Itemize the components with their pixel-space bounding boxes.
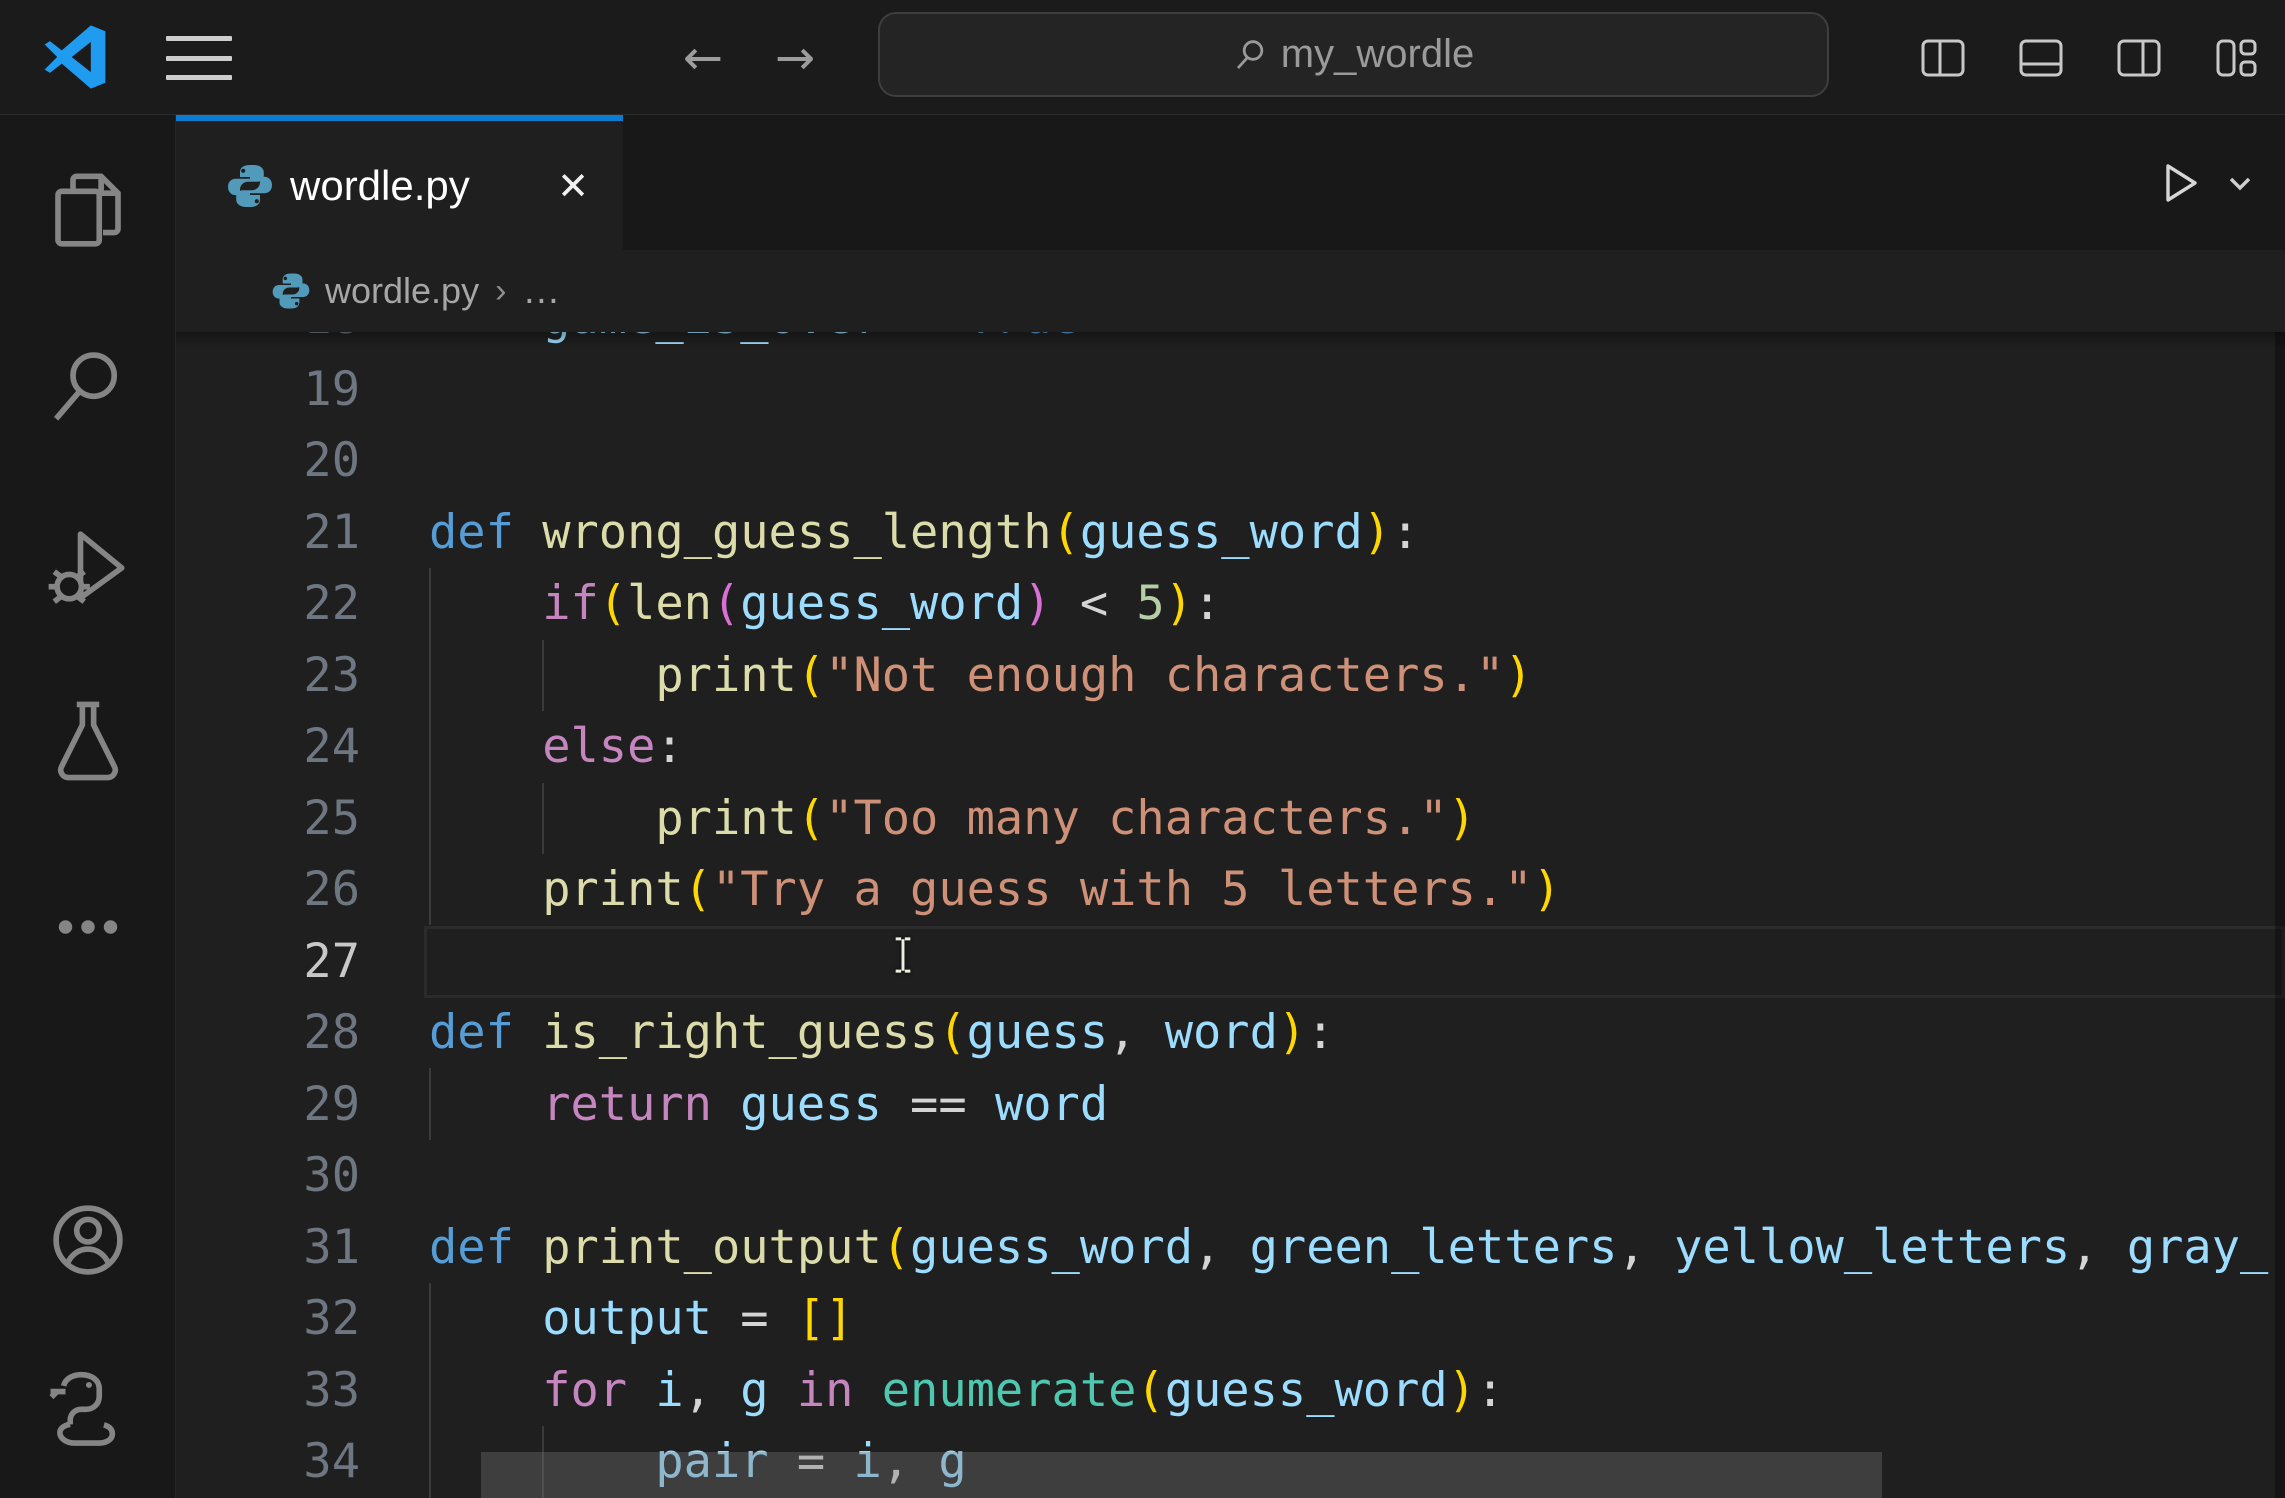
code-text: for i, g in enumerate(guess_word): — [429, 1355, 1504, 1427]
code-line-33[interactable]: 33 for i, g in enumerate(guess_word): — [176, 1355, 2285, 1427]
search-input[interactable]: my_wordle — [878, 12, 1829, 97]
search-sidebar-icon[interactable] — [43, 340, 133, 430]
toggle-sidebar-icon[interactable] — [1916, 31, 1970, 85]
code-text: def print_output(guess_word, green_lette… — [429, 1212, 2268, 1284]
code-line-28[interactable]: 28 def is_right_guess(guess, word): — [176, 997, 2285, 1069]
code-line-32[interactable]: 32 output = [] — [176, 1283, 2285, 1355]
customize-layout-icon[interactable] — [2210, 31, 2264, 85]
line-number[interactable]: 28 — [176, 997, 360, 1069]
breadcrumb-file[interactable]: wordle.py — [325, 270, 479, 312]
run-dropdown-chevron-icon[interactable] — [2223, 168, 2257, 198]
code-line-23[interactable]: 23 print("Not enough characters.") — [176, 640, 2285, 712]
breadcrumb-shadow — [176, 332, 2285, 348]
code-editor[interactable]: 18 game_is_over = True192021def wrong_gu… — [176, 250, 2285, 1498]
run-and-debug-icon[interactable] — [43, 521, 133, 611]
horizontal-scrollbar-thumb[interactable] — [481, 1452, 1882, 1498]
vscode-logo-icon — [42, 24, 108, 90]
toggle-panel-icon[interactable] — [2014, 31, 2068, 85]
code-line-27[interactable]: 27 — [176, 926, 2285, 998]
tab-close-icon[interactable]: ✕ — [557, 167, 589, 205]
vscode-window: ← → my_wordle — [0, 0, 2285, 1498]
back-arrow-icon[interactable]: ← — [668, 0, 738, 115]
line-number[interactable]: 21 — [176, 497, 360, 569]
line-number[interactable]: 22 — [176, 568, 360, 640]
line-number[interactable]: 27 — [176, 926, 360, 998]
code-text: print("Too many characters.") — [429, 783, 1476, 855]
line-number[interactable]: 20 — [176, 425, 360, 497]
code-line-24[interactable]: 24 else: — [176, 711, 2285, 783]
account-icon[interactable] — [43, 1195, 133, 1285]
forward-arrow-icon[interactable]: → — [760, 0, 830, 115]
code-line-21[interactable]: 21 def wrong_guess_length(guess_word): — [176, 497, 2285, 569]
line-number[interactable]: 32 — [176, 1283, 360, 1355]
code-line-31[interactable]: 31 def print_output(guess_word, green_let… — [176, 1212, 2285, 1284]
layout-controls — [1916, 0, 2264, 115]
editor-actions — [2151, 115, 2257, 250]
menu-icon[interactable] — [166, 32, 232, 84]
code-line-25[interactable]: 25 print("Too many characters.") — [176, 783, 2285, 855]
activity-bar — [0, 115, 176, 1498]
code-text: print("Try a guess with 5 letters.") — [429, 854, 1561, 926]
editor-group: wordle.py ✕ 18 game_ — [176, 115, 2285, 1498]
tab-label: wordle.py — [290, 162, 470, 210]
search-icon — [1233, 38, 1267, 72]
run-button[interactable] — [2151, 156, 2205, 210]
explorer-icon[interactable] — [43, 165, 133, 255]
code-line-30[interactable]: 30 — [176, 1140, 2285, 1212]
line-number[interactable]: 29 — [176, 1069, 360, 1141]
tab-bar: wordle.py ✕ — [176, 115, 2285, 250]
title-bar: ← → my_wordle — [0, 0, 2285, 115]
line-number[interactable]: 24 — [176, 711, 360, 783]
line-number[interactable]: 26 — [176, 854, 360, 926]
vertical-scrollbar[interactable] — [2275, 250, 2285, 1498]
line-number[interactable]: 23 — [176, 640, 360, 712]
line-number[interactable]: 31 — [176, 1212, 360, 1284]
code-lines: 18 game_is_over = True192021def wrong_gu… — [176, 250, 2285, 1498]
search-value: my_wordle — [1281, 32, 1474, 77]
code-text: else: — [429, 711, 684, 783]
tab-wordle-py[interactable]: wordle.py ✕ — [176, 115, 623, 250]
code-text: print("Not enough characters.") — [429, 640, 1533, 712]
line-number[interactable]: 30 — [176, 1140, 360, 1212]
code-text: if(len(guess_word) < 5): — [429, 568, 1221, 640]
python-file-icon — [271, 271, 311, 311]
code-line-22[interactable]: 22 if(len(guess_word) < 5): — [176, 568, 2285, 640]
breadcrumb-chevron-icon: › — [495, 272, 506, 311]
more-actions-icon[interactable] — [43, 882, 133, 972]
toggle-secondary-sidebar-icon[interactable] — [2112, 31, 2166, 85]
line-number[interactable]: 34 — [176, 1426, 360, 1498]
code-line-26[interactable]: 26 print("Try a guess with 5 letters.") — [176, 854, 2285, 926]
python-file-icon — [226, 162, 274, 210]
code-text: output = [] — [429, 1283, 853, 1355]
line-number[interactable]: 25 — [176, 783, 360, 855]
breadcrumb: wordle.py › … — [176, 250, 2285, 332]
code-text: def is_right_guess(guess, word): — [429, 997, 1335, 1069]
python-environments-icon[interactable] — [43, 1369, 133, 1459]
breadcrumb-more[interactable]: … — [522, 270, 562, 313]
code-line-19[interactable]: 19 — [176, 354, 2285, 426]
code-text: def wrong_guess_length(guess_word): — [429, 497, 1419, 569]
code-line-29[interactable]: 29 return guess == word — [176, 1069, 2285, 1141]
line-number[interactable]: 19 — [176, 354, 360, 426]
code-text: return guess == word — [429, 1069, 1108, 1141]
text-cursor-pointer — [881, 936, 925, 974]
line-number[interactable]: 33 — [176, 1355, 360, 1427]
code-line-20[interactable]: 20 — [176, 425, 2285, 497]
testing-icon[interactable] — [43, 695, 133, 785]
